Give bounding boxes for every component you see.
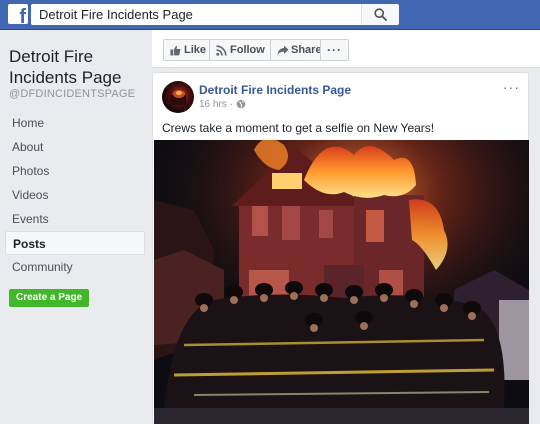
- page-avatar[interactable]: [162, 81, 194, 113]
- sidebar-item-about[interactable]: About: [5, 135, 145, 159]
- globe-public-icon: [236, 99, 246, 109]
- sidebar-item-photos[interactable]: Photos: [5, 159, 145, 183]
- page-action-bar: Like Follow Share ···: [152, 30, 540, 68]
- post-time: 16 hrs: [199, 99, 227, 110]
- create-page-button[interactable]: Create a Page: [9, 289, 90, 307]
- search-button[interactable]: [361, 4, 399, 25]
- avatar-fire-image: [170, 89, 186, 105]
- post-card: Detroit Fire Incidents Page 16 hrs · ···…: [152, 72, 529, 424]
- sidebar-item-events[interactable]: Events: [5, 207, 145, 231]
- thumbs-up-icon: [170, 45, 181, 56]
- like-button[interactable]: Like: [163, 39, 215, 61]
- search-input-value: Detroit Fire Incidents Page: [39, 7, 193, 22]
- post-author-link[interactable]: Detroit Fire Incidents Page: [199, 83, 351, 97]
- sidebar-item-posts[interactable]: Posts: [5, 231, 145, 255]
- share-arrow-icon: [277, 45, 289, 55]
- sidebar-item-home[interactable]: Home: [5, 111, 145, 135]
- search-icon: [374, 8, 387, 21]
- house-fire-photo: [154, 140, 529, 424]
- page-navigation: Home About Photos Videos Events Posts Co…: [5, 111, 145, 279]
- post-options-button[interactable]: ···: [503, 79, 520, 95]
- facebook-logo-icon[interactable]: f: [8, 4, 28, 28]
- sidebar-item-community[interactable]: Community: [5, 255, 145, 279]
- facebook-logo-letter: f: [19, 6, 26, 28]
- follow-button-label: Follow: [230, 44, 265, 56]
- follow-button[interactable]: Follow: [209, 39, 273, 61]
- more-options-button[interactable]: ···: [320, 39, 349, 61]
- page-handle: @DFDINCIDENTSPAGE: [9, 88, 136, 100]
- post-text: Crews take a moment to get a selfie on N…: [162, 121, 435, 135]
- rss-follow-icon: [216, 45, 227, 56]
- search-input[interactable]: Detroit Fire Incidents Page: [31, 4, 399, 25]
- post-photo[interactable]: [154, 140, 529, 424]
- top-navigation-bar: f Detroit Fire Incidents Page: [0, 0, 540, 30]
- page-title[interactable]: Detroit Fire Incidents Page: [9, 46, 147, 88]
- sidebar-item-videos[interactable]: Videos: [5, 183, 145, 207]
- post-timestamp[interactable]: 16 hrs ·: [199, 99, 246, 110]
- share-button-label: Share: [291, 44, 322, 56]
- page-sidebar: Detroit Fire Incidents Page @DFDINCIDENT…: [0, 30, 150, 424]
- like-button-label: Like: [184, 44, 207, 56]
